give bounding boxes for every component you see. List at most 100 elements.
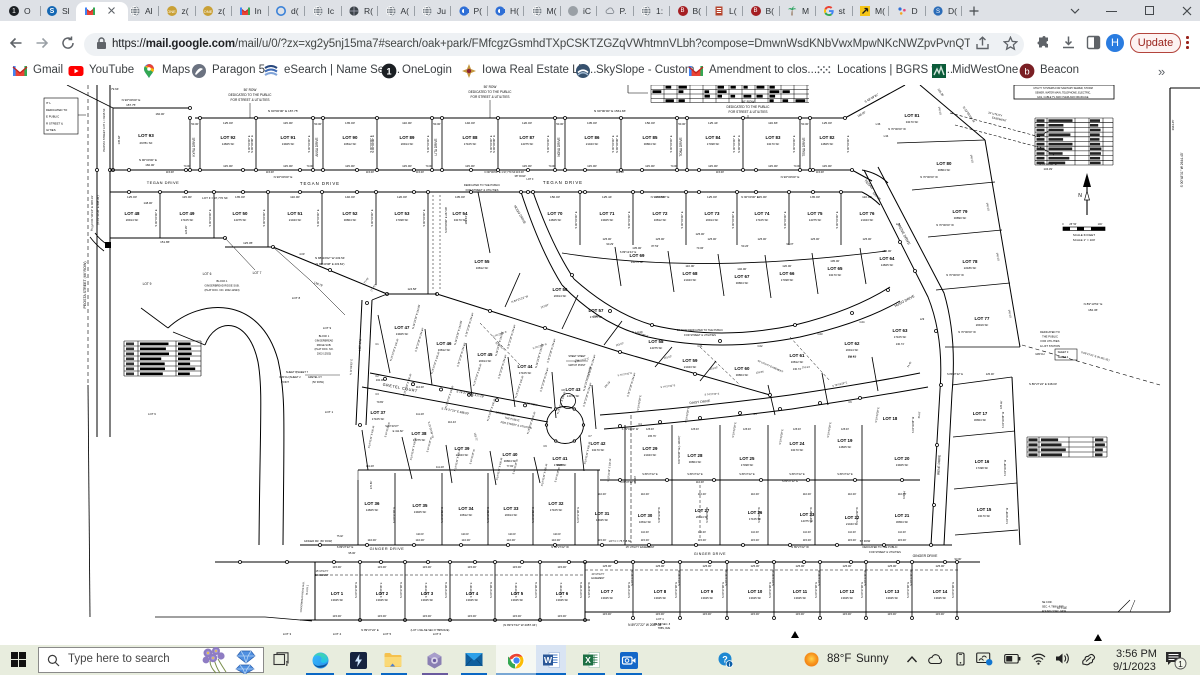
svg-text:125.00': 125.00' xyxy=(793,428,802,431)
svg-text:S 00°00'00" E: S 00°00'00" E xyxy=(154,209,158,226)
svg-text:LOT 41: LOT 41 xyxy=(553,456,568,461)
svg-text:110.00': 110.00' xyxy=(698,492,707,496)
svg-text:14375 SF: 14375 SF xyxy=(809,218,822,222)
svg-text:115.00': 115.00' xyxy=(751,612,760,616)
svg-text:115.00': 115.00' xyxy=(465,164,475,168)
svg-text:125.00': 125.00' xyxy=(750,564,760,568)
svg-text:2002-12923): 2002-12923) xyxy=(317,353,331,356)
svg-text:16812 SF: 16812 SF xyxy=(476,266,489,270)
svg-text:LOT 92: LOT 92 xyxy=(221,135,236,140)
svg-text:LOT 20: LOT 20 xyxy=(895,456,910,461)
svg-text:110.44': 110.44' xyxy=(448,420,457,424)
svg-text:16812 SF: 16812 SF xyxy=(344,142,357,146)
svg-text:124.58': 124.58' xyxy=(407,287,417,291)
svg-text:S 89°27'22" E: S 89°27'22" E xyxy=(687,473,703,476)
svg-text:N 00°37'38" E: N 00°37'38" E xyxy=(534,582,538,598)
svg-text:110.00': 110.00' xyxy=(416,533,424,536)
svg-text:30804 SF: 30804 SF xyxy=(689,460,702,464)
svg-text:140.00': 140.00' xyxy=(937,106,943,116)
svg-text:LOT 85: LOT 85 xyxy=(643,135,658,140)
svg-text:S 00°32'38" W: S 00°32'38" W xyxy=(1002,411,1005,428)
svg-text:LOT 80: LOT 80 xyxy=(937,161,952,166)
svg-text:S 00°00'00" E: S 00°00'00" E xyxy=(737,135,741,153)
svg-text:21043 SF: 21043 SF xyxy=(861,218,874,222)
svg-text:N 00°37'38" E: N 00°37'38" E xyxy=(951,582,955,598)
svg-text:13925 SF: 13925 SF xyxy=(601,218,614,222)
svg-text:LOT 6: LOT 6 xyxy=(203,272,212,276)
svg-text:S 89°27'22" E: S 89°27'22" E xyxy=(947,372,963,376)
svg-text:LOT 61: LOT 61 xyxy=(790,353,805,358)
svg-text:LOT 28: LOT 28 xyxy=(688,453,703,458)
svg-text:16812 SF: 16812 SF xyxy=(639,520,651,524)
svg-text:C9: C9 xyxy=(543,444,547,448)
svg-text:LOT 31: LOT 31 xyxy=(595,511,610,516)
svg-text:50.00': 50.00' xyxy=(678,122,686,126)
svg-text:22186 SF: 22186 SF xyxy=(964,266,977,270)
svg-text:55.16': 55.16' xyxy=(918,411,922,418)
svg-text:N 00°37'38" E: N 00°37'38" E xyxy=(486,507,490,523)
svg-text:N 90°00'00" E: N 90°00'00" E xyxy=(781,175,800,179)
svg-text:LOT 24: LOT 24 xyxy=(790,441,805,446)
svg-text:140.00': 140.00' xyxy=(465,121,475,125)
svg-text:115.00': 115.00' xyxy=(468,614,477,618)
svg-text:115.00': 115.00' xyxy=(468,565,477,569)
svg-text:N 19°23'38" E 150.16': N 19°23'38" E 150.16' xyxy=(389,338,399,362)
svg-text:R STREET &: R STREET & xyxy=(46,121,63,125)
svg-text:13925 SF: 13925 SF xyxy=(601,596,613,600)
svg-text:115.00': 115.00' xyxy=(768,164,778,168)
svg-text:125.44': 125.44' xyxy=(602,195,612,199)
svg-text:115.00': 115.00' xyxy=(333,565,342,569)
svg-text:110.00': 110.00' xyxy=(803,531,811,534)
svg-text:135.00': 135.00' xyxy=(235,195,245,199)
svg-text:LOT 42: LOT 42 xyxy=(591,441,606,446)
svg-text:105.00': 105.00' xyxy=(455,195,465,199)
svg-text:LOT 6: LOT 6 xyxy=(433,632,442,636)
svg-text:BLOCK 1: BLOCK 1 xyxy=(217,279,229,283)
svg-text:DEDICATED TO THE PUBLIC: DEDICATED TO THE PUBLIC xyxy=(229,93,273,97)
svg-text:140.00': 140.00' xyxy=(985,202,991,212)
svg-text:MATCH POINT: MATCH POINT xyxy=(568,364,586,367)
svg-text:110.00': 110.00' xyxy=(803,492,812,496)
svg-text:BLOCK 3: BLOCK 3 xyxy=(306,584,310,595)
svg-text:LOT 65: LOT 65 xyxy=(828,266,843,271)
svg-text:b: b xyxy=(1024,67,1029,78)
svg-text:N 00°32'38" W: N 00°32'38" W xyxy=(588,581,591,597)
svg-text:13925 SF: 13925 SF xyxy=(934,596,946,600)
svg-text:N 00°32'38" W (L 118.00)': N 00°32'38" W (L 118.00)' xyxy=(678,435,681,464)
svg-text:75.02': 75.02' xyxy=(337,535,344,538)
svg-text:93.37': 93.37' xyxy=(786,242,794,246)
svg-text:LOT 50: LOT 50 xyxy=(233,211,248,216)
svg-text:LOT C = 75,758 SF: LOT C = 75,758 SF xyxy=(609,539,632,543)
svg-text:115.00': 115.00' xyxy=(796,612,805,616)
svg-text:N 19°23'38" E: N 19°23'38" E xyxy=(637,395,643,411)
svg-text:30890 SF: 30890 SF xyxy=(954,216,967,220)
svg-text:S 00°00'00" E: S 00°00'00" E xyxy=(316,209,320,226)
svg-text:S 00°32'38" W: S 00°32'38" W xyxy=(810,507,813,523)
svg-text:13925 SF: 13925 SF xyxy=(556,598,568,602)
svg-text:N 19°23'38" E 150.16': N 19°23'38" E 150.16' xyxy=(430,351,440,375)
svg-text:111.29': 111.29' xyxy=(366,464,375,468)
svg-text:S 00°00'00" E: S 00°00'00" E xyxy=(792,135,796,152)
svg-text:110.00': 110.00' xyxy=(290,195,300,199)
svg-text:LOT 1: LOT 1 xyxy=(325,410,334,414)
svg-text:LOT 59: LOT 59 xyxy=(683,358,698,363)
svg-text:120.00': 120.00' xyxy=(522,121,532,125)
svg-text:103.84': 103.84' xyxy=(903,490,907,499)
svg-text:S: S xyxy=(936,9,940,15)
svg-text:S 00°00'00" E: S 00°00'00" E xyxy=(208,209,212,226)
svg-text:125.00': 125.00' xyxy=(655,564,665,568)
svg-text:70.00': 70.00' xyxy=(671,164,678,168)
svg-text:LOT 91: LOT 91 xyxy=(281,135,296,140)
svg-text:LOT 64: LOT 64 xyxy=(880,256,895,261)
svg-text:LOT 8: LOT 8 xyxy=(654,589,667,594)
svg-text:115.00': 115.00' xyxy=(888,612,897,616)
svg-text:N 19°23'38" E 150.16': N 19°23'38" E 150.16' xyxy=(496,457,504,481)
svg-text:30804 SF: 30804 SF xyxy=(644,142,657,146)
svg-text:34170 SF: 34170 SF xyxy=(829,273,842,277)
svg-text:S 00°00'00" E: S 00°00'00" E xyxy=(370,209,374,226)
svg-text:20914 SF: 20914 SF xyxy=(554,294,567,298)
svg-text:17105 SF: 17105 SF xyxy=(464,142,477,146)
svg-text:29781 SF: 29781 SF xyxy=(139,141,152,145)
svg-text:LOT 70: LOT 70 xyxy=(548,211,563,216)
svg-text:125.00': 125.00' xyxy=(702,564,712,568)
